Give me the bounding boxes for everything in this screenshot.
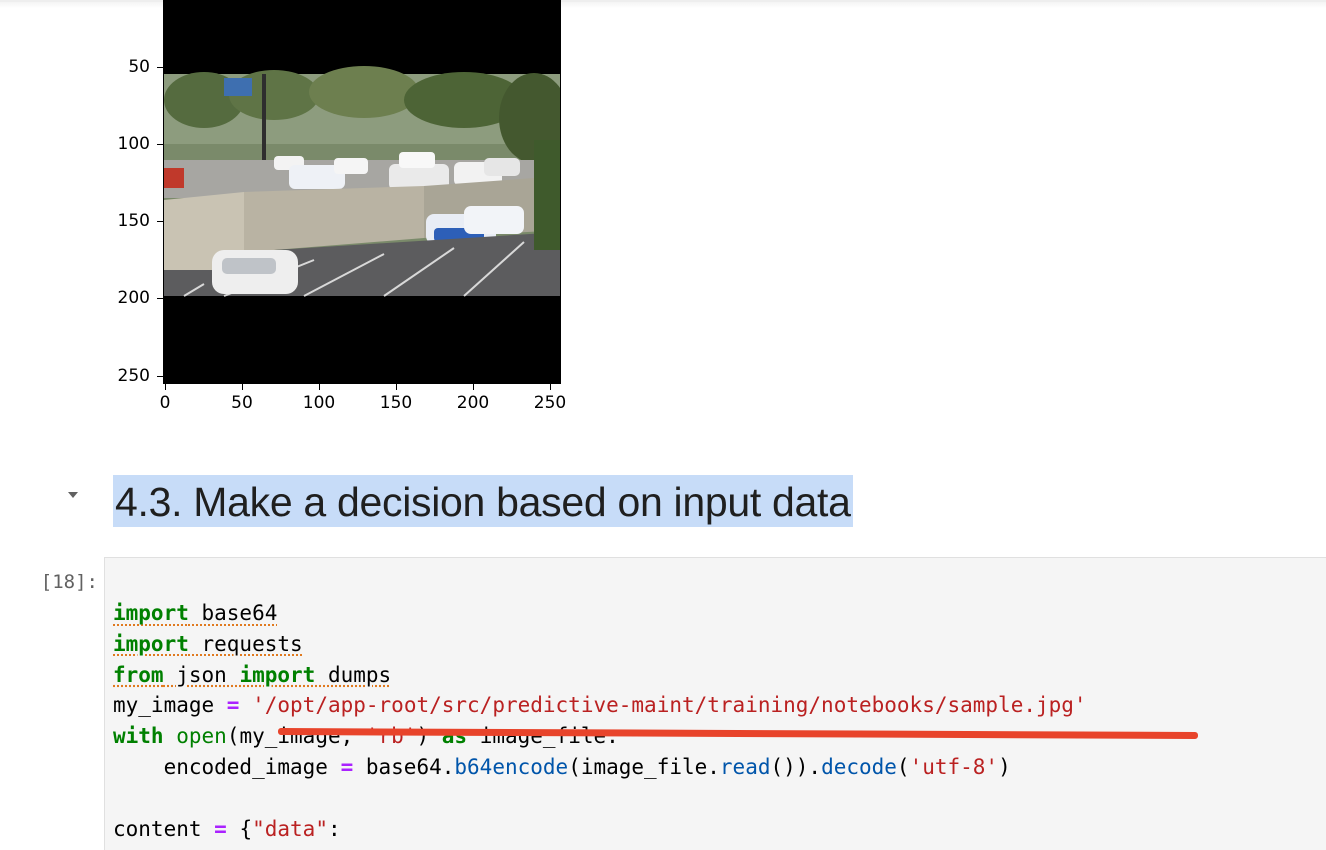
x-tick-label: 0	[159, 393, 171, 413]
x-tick-mark	[165, 384, 166, 390]
heading-selection: 4.3. Make a decision based on input data	[113, 475, 853, 527]
y-tick-label: 200	[117, 288, 150, 308]
section-heading[interactable]: 4.3. Make a decision based on input data	[115, 477, 851, 527]
code-token: base64.	[353, 754, 455, 779]
code-line: my_image = '/opt/app-root/src/predictive…	[113, 690, 1087, 721]
code-line: import base64	[113, 598, 1087, 629]
code-token: =	[226, 693, 240, 718]
code-content[interactable]: import base64 import requests from json im…	[113, 598, 1087, 844]
code-token: json	[163, 662, 240, 687]
code-token: with	[113, 724, 164, 749]
code-token: import	[113, 631, 189, 656]
y-tick-label: 150	[117, 211, 150, 231]
x-tick-mark	[242, 384, 243, 390]
x-tick-label: 250	[533, 393, 567, 413]
code-line: encoded_image = base64.b64encode(image_f…	[113, 752, 1087, 783]
parking-lot-image	[164, 0, 560, 383]
code-line: from json import dumps	[113, 660, 1087, 691]
code-token: (image_file.	[568, 754, 720, 779]
code-token: =	[214, 816, 227, 841]
code-line: content = {"data":	[113, 814, 1087, 845]
y-tick-mark	[157, 221, 163, 222]
y-tick-mark	[157, 298, 163, 299]
x-tick-label: 100	[302, 393, 336, 413]
code-token: ()).	[770, 754, 822, 779]
code-token: open	[176, 724, 227, 749]
code-token: encoded_image	[113, 754, 341, 779]
x-tick-mark	[550, 384, 551, 390]
code-cell-editor[interactable]: import base64 import requests from json im…	[104, 557, 1326, 850]
execution-count-prompt: [18]:	[40, 571, 98, 593]
code-token: b64encode	[454, 754, 569, 779]
y-tick-mark	[157, 144, 163, 145]
code-token: =	[340, 754, 354, 779]
code-token: 'utf-8'	[909, 754, 999, 779]
y-tick-label: 50	[128, 57, 150, 77]
code-line: import requests	[113, 629, 1087, 660]
code-token: read	[719, 754, 771, 779]
y-tick-label: 250	[117, 366, 150, 386]
image-plot-output: 50 100 150 200 250 0 50 100 150 200 250	[0, 0, 600, 430]
code-token: import	[239, 662, 316, 687]
code-token: base64	[188, 601, 278, 625]
code-token: requests	[188, 631, 303, 656]
x-tick-label: 200	[456, 393, 490, 413]
x-tick-mark	[473, 384, 474, 390]
code-token: content	[113, 816, 215, 841]
y-tick-mark	[157, 67, 163, 68]
x-tick-label: 50	[231, 393, 253, 413]
code-token: :	[327, 816, 341, 841]
code-token: '/opt/app-root/src/predictive-maint/trai…	[252, 693, 1087, 718]
x-tick-mark	[319, 384, 320, 390]
code-token: (	[896, 754, 910, 779]
plot-axes	[163, 0, 561, 384]
code-token: dumps	[315, 662, 392, 687]
code-token: my_image	[113, 693, 227, 718]
code-token: from	[113, 662, 164, 687]
code-token: )	[998, 754, 1011, 779]
code-token: {	[226, 816, 253, 841]
x-tick-mark	[396, 384, 397, 390]
x-tick-label: 150	[379, 393, 413, 413]
code-token: decode	[821, 754, 897, 779]
y-tick-mark	[157, 376, 163, 377]
code-token: "data"	[252, 816, 328, 841]
code-token: import	[113, 601, 189, 625]
collapse-caret-icon[interactable]	[68, 492, 78, 498]
y-tick-label: 100	[117, 134, 150, 154]
